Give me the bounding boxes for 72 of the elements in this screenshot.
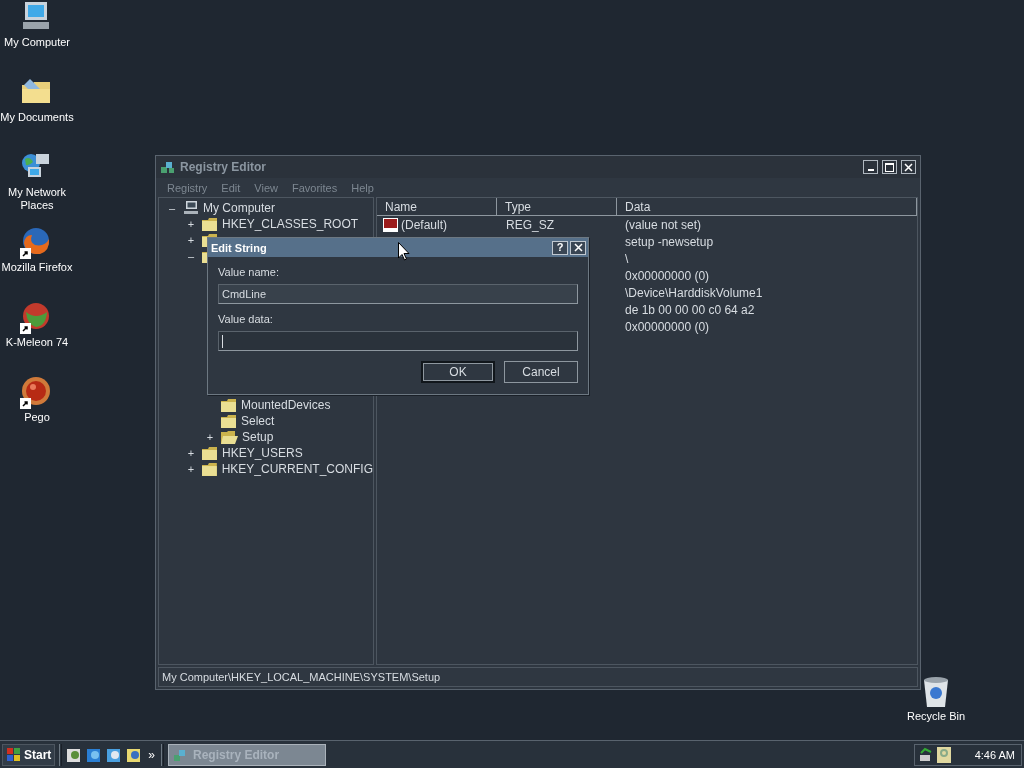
desktop-icon-label[interactable]: My Computer (4, 36, 70, 49)
cancel-button[interactable]: Cancel (504, 361, 578, 383)
minimize-button[interactable] (863, 160, 878, 174)
flag-icon (6, 746, 22, 763)
computer-icon (183, 201, 199, 215)
maximize-button[interactable] (882, 160, 897, 174)
help-button[interactable]: ? (552, 240, 568, 255)
ball-icon (20, 375, 52, 407)
ball-icon (20, 300, 52, 332)
shortcut-arrow-icon (20, 323, 31, 334)
tree-item[interactable]: HKEY_USERS (222, 446, 303, 460)
minimize-icon (867, 169, 874, 171)
mouse-cursor-icon (398, 242, 410, 261)
desktop-icon-label[interactable]: My Documents (0, 111, 74, 124)
expander[interactable]: + (203, 431, 217, 443)
folder-icon (202, 446, 218, 460)
field-label: Value name: (218, 266, 280, 280)
table-cell: \Device\HarddiskVolume1 (625, 285, 763, 300)
column-header[interactable]: Name (377, 198, 497, 215)
start-button[interactable]: Start (2, 743, 56, 766)
close-icon (904, 162, 913, 172)
maximize-icon (885, 162, 894, 172)
close-icon (573, 243, 583, 252)
clock: 4:46 AM (974, 748, 1015, 761)
table-cell: setup -newsetup (625, 234, 714, 249)
desktop-icon-label[interactable]: Pego (24, 411, 50, 424)
folder-icon (201, 462, 218, 476)
field-label: Value data: (218, 313, 274, 327)
tree-item[interactable]: Setup (242, 430, 274, 444)
dialog-title: Edit String (211, 241, 267, 254)
table-cell: 0x00000000 (0) (625, 319, 710, 334)
column-header[interactable]: Data (617, 198, 917, 215)
folder-icon (221, 398, 237, 412)
close-button[interactable] (570, 240, 586, 255)
input-field[interactable]: CmdLine (218, 284, 578, 304)
computer-icon (20, 0, 52, 32)
expander[interactable]: – (165, 202, 179, 214)
desktop-icon-label[interactable]: Recycle Bin (906, 710, 966, 723)
desktop-icon-label[interactable]: My Network Places (0, 186, 74, 212)
tree-item[interactable]: HKEY_CLASSES_ROOT (222, 217, 359, 231)
column-header[interactable]: Type (497, 198, 617, 215)
tree-item[interactable]: HKEY_CURRENT_CONFIG (221, 462, 373, 476)
status-text: My Computer\HKEY_LOCAL_MACHINE\SYSTEM\Setup (162, 671, 441, 683)
shortcut-arrow-icon (20, 398, 31, 409)
input-field[interactable] (218, 331, 578, 351)
cubes-icon (160, 159, 176, 175)
string-value-icon (383, 217, 398, 232)
expander[interactable]: + (184, 463, 198, 475)
table-cell: REG_SZ (506, 217, 554, 232)
tree-item[interactable]: My Computer (203, 201, 276, 215)
expander[interactable]: + (184, 234, 198, 246)
recycle-bin-icon[interactable] (922, 676, 950, 708)
table-cell: 0x00000000 (0) (625, 268, 710, 283)
folder-icon (221, 414, 237, 428)
table-cell: (value not set) (625, 217, 702, 232)
open-folder-icon (221, 430, 238, 444)
more-button[interactable]: » (148, 747, 156, 762)
desktop-icon-label[interactable]: Mozilla Firefox (1, 261, 73, 274)
table-cell: de 1b 00 00 00 c0 64 a2 (625, 302, 755, 317)
ok-button[interactable]: OK (421, 361, 495, 383)
window-title: Registry Editor (180, 160, 267, 174)
expander[interactable]: – (184, 250, 198, 262)
tree-item[interactable]: Select (241, 414, 275, 428)
table-cell: \ (625, 251, 629, 266)
expander[interactable]: + (184, 447, 198, 459)
expander[interactable]: + (184, 218, 198, 230)
desktop-icon-label[interactable]: K-Meleon 74 (5, 336, 69, 349)
table-cell: (Default) (401, 217, 447, 232)
tree-item[interactable]: MountedDevices (241, 398, 331, 412)
shortcut-arrow-icon (20, 248, 31, 259)
close-button[interactable] (901, 160, 916, 174)
folder-icon (202, 217, 218, 231)
